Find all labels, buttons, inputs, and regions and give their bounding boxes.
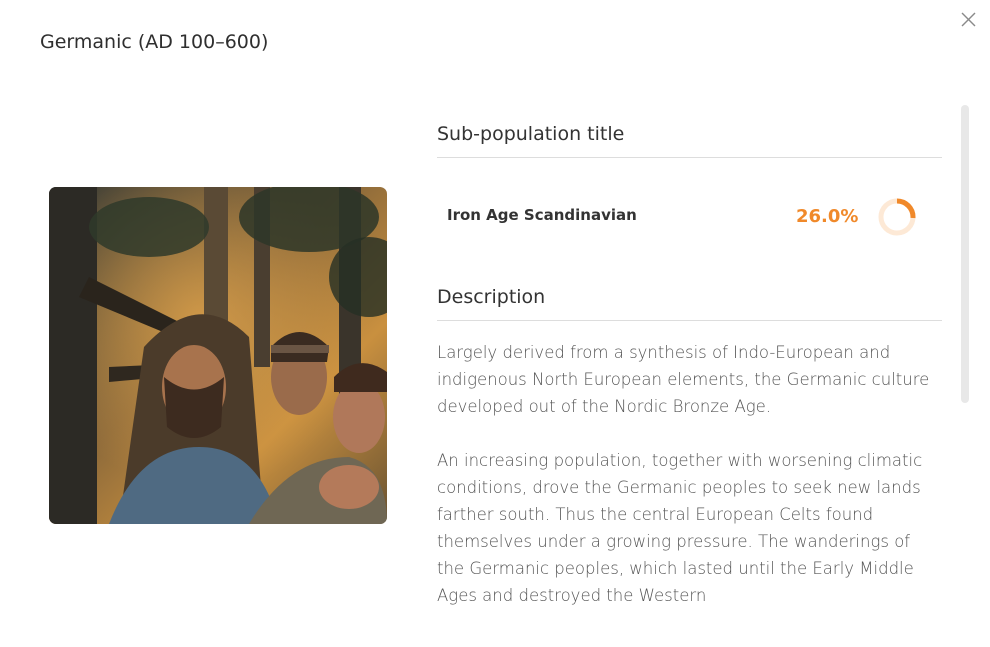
percent-donut-chart	[878, 198, 916, 236]
sub-population-name: Iron Age Scandinavian	[447, 206, 637, 224]
scrollbar-thumb[interactable]	[961, 105, 969, 403]
sub-population-percent: 26.0%	[796, 206, 859, 227]
modal-title: Germanic (AD 100–600)	[40, 31, 269, 53]
description-heading: Description	[437, 286, 942, 321]
scrollbar[interactable]	[961, 105, 969, 609]
modal-dialog: Germanic (AD 100–600) Sub-population tit…	[0, 0, 990, 647]
close-button[interactable]	[958, 9, 979, 30]
details-panel: Sub-population title Iron Age Scandinavi…	[437, 105, 942, 609]
sub-population-row: Iron Age Scandinavian 26.0%	[437, 158, 942, 286]
population-portrait-image	[49, 187, 387, 524]
description-paragraph-2: An increasing population, together with …	[437, 451, 923, 605]
sub-population-heading: Sub-population title	[437, 123, 942, 158]
close-icon	[961, 12, 976, 27]
description-paragraph-1: Largely derived from a synthesis of Indo…	[437, 343, 930, 416]
